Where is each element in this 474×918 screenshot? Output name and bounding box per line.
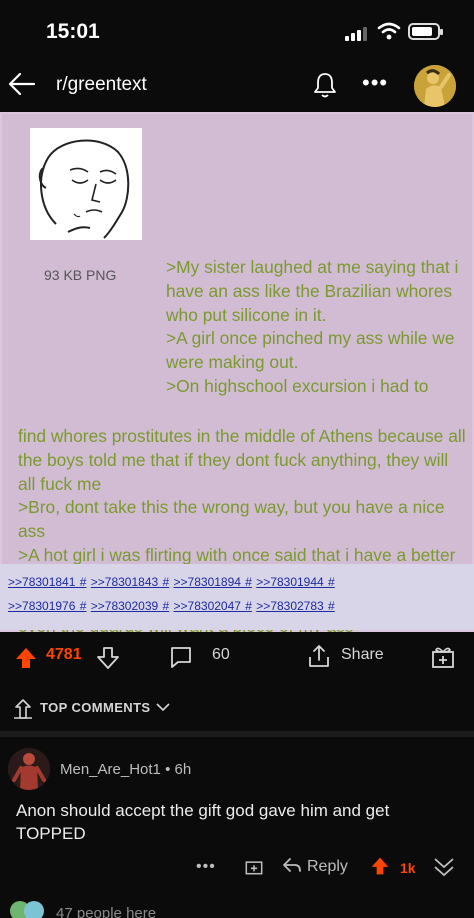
upvote-icon[interactable] bbox=[14, 646, 38, 670]
people-here-text: 47 people here bbox=[56, 905, 157, 918]
people-avatars-icon bbox=[10, 901, 44, 918]
reply-references: >>78301841 # >>78301843 # >>78301894 # >… bbox=[0, 564, 474, 630]
comment-count: 60 bbox=[212, 646, 230, 663]
reply-ref-link[interactable]: >>78301976 # bbox=[8, 599, 86, 613]
people-here-indicator: 47 people here bbox=[0, 895, 474, 918]
reply-ref-link[interactable]: >>78302039 # bbox=[91, 599, 169, 613]
comment-icon[interactable] bbox=[168, 644, 194, 670]
chevron-down-icon bbox=[156, 703, 170, 712]
status-time: 15:01 bbox=[46, 20, 100, 43]
battery-icon bbox=[408, 23, 443, 40]
avatar-figure-icon bbox=[414, 65, 456, 107]
comment-meta: Men_Are_Hot1 • 6h bbox=[60, 761, 191, 778]
commenter-avatar[interactable] bbox=[8, 748, 50, 790]
user-avatar[interactable] bbox=[414, 65, 456, 107]
comment-action-bar: ••• Reply 1k bbox=[0, 848, 474, 882]
reply-icon[interactable] bbox=[282, 856, 302, 874]
reply-button[interactable]: Reply bbox=[307, 858, 348, 876]
image-size-caption: 93 KB PNG bbox=[44, 267, 117, 283]
post-action-bar: 4781 60 Share bbox=[0, 632, 474, 682]
comment: Men_Are_Hot1 • 6h Anon should accept the… bbox=[0, 740, 474, 890]
greentext-card: 93 KB PNG >My sister laughed at me sayin… bbox=[2, 114, 472, 636]
comment-more-button[interactable]: ••• bbox=[196, 858, 216, 876]
post-header: r/greentext ••• bbox=[0, 60, 474, 110]
vote-count: 4781 bbox=[46, 646, 82, 663]
reply-ref-link[interactable]: >>78301843 # bbox=[91, 575, 169, 589]
downvote-icon[interactable] bbox=[96, 646, 120, 670]
wojak-face-icon bbox=[30, 128, 142, 240]
cellular-signal-icon bbox=[345, 25, 369, 41]
upvote-icon[interactable] bbox=[370, 856, 390, 876]
reply-refs-line-2: >>78301976 # >>78302039 # >>78302047 # >… bbox=[8, 594, 474, 618]
post-image[interactable]: 93 KB PNG >My sister laughed at me sayin… bbox=[0, 112, 474, 636]
comment-sort-button[interactable]: TOP COMMENTS bbox=[0, 690, 474, 724]
comment-age: 6h bbox=[174, 761, 192, 778]
reply-ref-link[interactable]: >>78301944 # bbox=[256, 575, 334, 589]
wojak-thumbnail[interactable] bbox=[30, 128, 142, 240]
section-divider bbox=[0, 731, 474, 737]
share-button[interactable]: Share bbox=[341, 646, 384, 664]
comment-score: 1k bbox=[400, 860, 416, 876]
reply-ref-link[interactable]: >>78302047 # bbox=[174, 599, 252, 613]
meta-separator: • bbox=[165, 761, 171, 778]
avatar-figure-icon bbox=[8, 748, 50, 790]
reply-ref-link[interactable]: >>78301894 # bbox=[174, 575, 252, 589]
sort-label: TOP COMMENTS bbox=[40, 700, 151, 715]
comment-body: Anon should accept the gift god gave him… bbox=[16, 801, 390, 843]
comment-author[interactable]: Men_Are_Hot1 bbox=[60, 761, 161, 778]
share-icon[interactable] bbox=[306, 643, 332, 669]
reply-ref-link[interactable]: >>78302783 # bbox=[256, 599, 334, 613]
greentext-top: >My sister laughed at me saying that i h… bbox=[166, 257, 459, 396]
bell-icon[interactable] bbox=[310, 70, 340, 100]
award-icon[interactable] bbox=[430, 644, 456, 670]
more-options-button[interactable]: ••• bbox=[362, 70, 388, 96]
status-bar: 15:01 bbox=[0, 0, 474, 60]
subreddit-name[interactable]: r/greentext bbox=[56, 74, 147, 96]
collapse-chevron-icon[interactable] bbox=[432, 856, 456, 878]
award-icon[interactable] bbox=[244, 856, 264, 876]
reply-ref-link[interactable]: >>78301841 # bbox=[8, 575, 86, 589]
reply-refs-line-1: >>78301841 # >>78301843 # >>78301894 # >… bbox=[8, 570, 474, 594]
wifi-icon bbox=[377, 22, 401, 40]
back-arrow-icon[interactable] bbox=[6, 68, 38, 100]
sort-icon bbox=[14, 699, 32, 719]
